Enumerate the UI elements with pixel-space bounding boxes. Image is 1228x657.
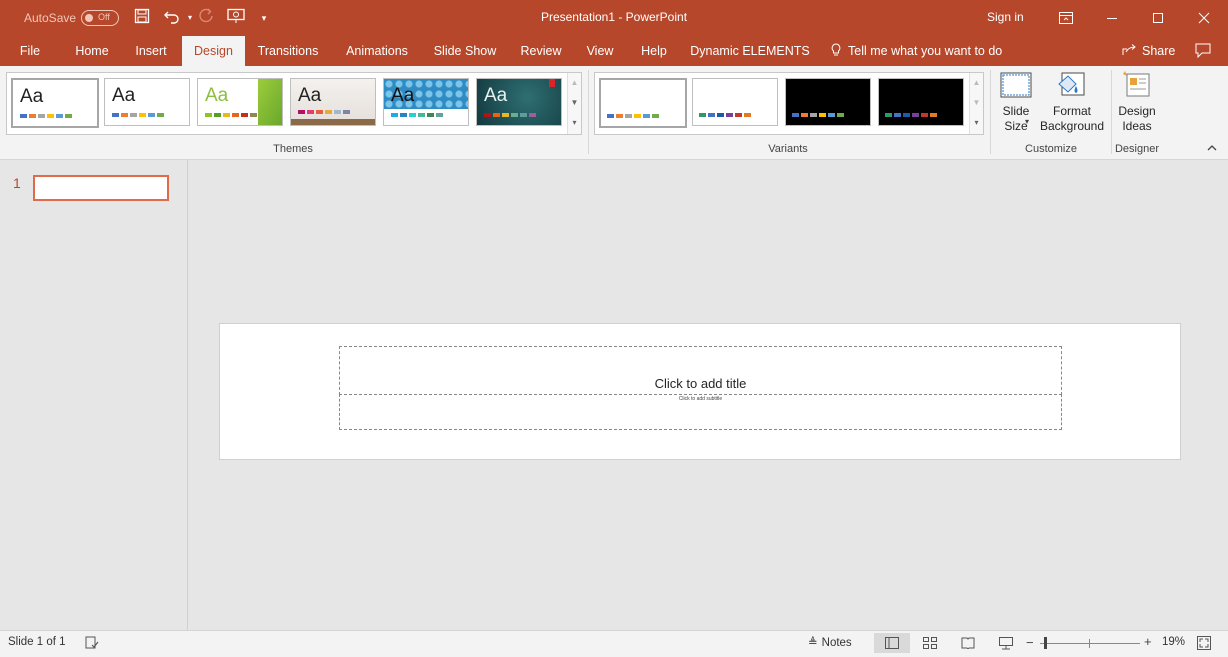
subtitle-placeholder-text: Click to add subtitle bbox=[678, 396, 723, 402]
theme-office-2[interactable]: Aa bbox=[104, 78, 190, 126]
divider bbox=[990, 70, 991, 154]
sign-in-link[interactable]: Sign in bbox=[987, 10, 1024, 24]
maximize-icon[interactable] bbox=[1135, 0, 1181, 36]
variant-2[interactable] bbox=[692, 78, 778, 126]
tab-help[interactable]: Help bbox=[634, 36, 674, 66]
minimize-icon[interactable] bbox=[1089, 0, 1135, 36]
notes-label: Notes bbox=[821, 637, 852, 649]
variants-gallery: ▲ ▼ ▾ bbox=[594, 72, 984, 135]
variant-1[interactable] bbox=[599, 78, 687, 128]
accessibility-icon[interactable] bbox=[85, 636, 99, 653]
slide-size-dropdown-icon[interactable]: ▾ bbox=[1025, 117, 1029, 126]
variants-group-label: Variants bbox=[768, 143, 808, 155]
themes-gallery: Aa Aa Aa Aa Aa Aa ▲ ▼ ▾ bbox=[6, 72, 582, 135]
theme-gallery[interactable]: Aa bbox=[290, 78, 376, 126]
themes-scroll[interactable]: ▲ ▼ ▾ bbox=[567, 73, 581, 134]
theme-thumb-text: Aa bbox=[20, 86, 44, 107]
slide-number: 1 bbox=[13, 175, 21, 191]
share-icon bbox=[1122, 44, 1136, 55]
design-ideas-button[interactable]: Design Ideas bbox=[1115, 70, 1159, 134]
slide-thumbnail[interactable] bbox=[33, 175, 169, 201]
notes-icon: ≜ bbox=[808, 637, 818, 649]
share-button[interactable]: Share bbox=[1122, 36, 1175, 66]
zoom-level[interactable]: 19% bbox=[1162, 636, 1185, 648]
normal-view-icon[interactable] bbox=[874, 633, 910, 653]
zoom-in-icon[interactable]: + bbox=[1144, 634, 1152, 649]
customize-group-label: Customize bbox=[1025, 143, 1077, 155]
more-variants-icon[interactable]: ▾ bbox=[970, 113, 983, 133]
theme-thumb-text: Aa bbox=[205, 85, 229, 106]
variant-3[interactable] bbox=[785, 78, 871, 126]
theme-office[interactable]: Aa bbox=[11, 78, 99, 128]
chevron-down-icon[interactable]: ▼ bbox=[568, 93, 581, 113]
subtitle-placeholder[interactable]: Click to add subtitle bbox=[339, 394, 1062, 430]
variant-4[interactable] bbox=[878, 78, 964, 126]
slide-size-button[interactable]: Slide Size bbox=[996, 70, 1036, 134]
close-icon[interactable] bbox=[1181, 0, 1227, 36]
theme-thumb-text: Aa bbox=[391, 85, 415, 106]
zoom-out-icon[interactable]: − bbox=[1026, 635, 1034, 650]
format-background-label: Format Background bbox=[1039, 104, 1105, 133]
format-background-button[interactable]: Format Background bbox=[1038, 70, 1106, 134]
title-placeholder[interactable]: Click to add title bbox=[339, 346, 1062, 395]
notes-button[interactable]: ≜ Notes bbox=[808, 635, 852, 649]
tab-file[interactable]: File bbox=[10, 36, 50, 66]
variants-scroll[interactable]: ▲ ▼ ▾ bbox=[969, 73, 983, 134]
themes-group-label: Themes bbox=[273, 143, 313, 155]
slide-show-icon[interactable] bbox=[988, 633, 1024, 653]
tab-transitions[interactable]: Transitions bbox=[252, 36, 324, 66]
tab-insert[interactable]: Insert bbox=[128, 36, 174, 66]
zoom-slider-thumb[interactable] bbox=[1044, 637, 1047, 649]
share-label: Share bbox=[1142, 44, 1176, 58]
lightbulb-icon bbox=[831, 43, 841, 56]
tab-design[interactable]: Design bbox=[182, 36, 245, 66]
status-bar: Slide 1 of 1 ≜ Notes − + 19% bbox=[0, 630, 1228, 657]
fit-to-window-icon[interactable] bbox=[1197, 636, 1211, 653]
ribbon: Aa Aa Aa Aa Aa Aa ▲ ▼ ▾ Themes ▲ ▼ ▾ Var… bbox=[0, 66, 1228, 160]
designer-group-label: Designer bbox=[1114, 143, 1160, 155]
collapse-ribbon-icon[interactable] bbox=[1206, 142, 1218, 156]
theme-thumb-text: Aa bbox=[298, 85, 322, 106]
theme-facet[interactable]: Aa bbox=[197, 78, 283, 126]
tell-me-text: Tell me what you want to do bbox=[848, 44, 1003, 58]
divider bbox=[588, 70, 589, 154]
tab-view[interactable]: View bbox=[580, 36, 620, 66]
chevron-down-icon[interactable]: ▼ bbox=[970, 93, 983, 113]
tell-me-search[interactable]: Tell me what you want to do bbox=[830, 36, 1002, 66]
tab-home[interactable]: Home bbox=[66, 36, 118, 66]
design-ideas-label: Design Ideas bbox=[1118, 104, 1156, 133]
comments-icon[interactable] bbox=[1195, 43, 1211, 61]
chevron-up-icon[interactable]: ▲ bbox=[970, 73, 983, 93]
theme-thumb-text: Aa bbox=[112, 85, 136, 106]
slide-count-status: Slide 1 of 1 bbox=[8, 636, 66, 648]
title-placeholder-text: Click to add title bbox=[654, 376, 747, 391]
slide-sorter-icon[interactable] bbox=[912, 633, 948, 653]
format-background-icon bbox=[1056, 70, 1088, 100]
tab-slide-show[interactable]: Slide Show bbox=[428, 36, 502, 66]
design-ideas-icon bbox=[1121, 70, 1153, 100]
slides-pane bbox=[0, 160, 188, 630]
slide-size-icon bbox=[1000, 70, 1032, 100]
divider bbox=[1111, 70, 1112, 154]
reading-view-icon[interactable] bbox=[950, 633, 986, 653]
ribbon-display-options-icon[interactable] bbox=[1043, 0, 1089, 36]
tab-review[interactable]: Review bbox=[514, 36, 568, 66]
title-bar: AutoSave Off ▾ ▾ Presentation1 - PowerPo… bbox=[0, 0, 1228, 36]
theme-pattern[interactable]: Aa bbox=[383, 78, 469, 126]
zoom-slider[interactable] bbox=[1040, 637, 1140, 649]
tab-dynamic-elements[interactable]: Dynamic ELEMENTS bbox=[690, 36, 810, 66]
more-themes-icon[interactable]: ▾ bbox=[568, 113, 581, 133]
theme-ion[interactable]: Aa bbox=[476, 78, 562, 126]
theme-thumb-text: Aa bbox=[484, 85, 508, 106]
tab-animations[interactable]: Animations bbox=[338, 36, 416, 66]
chevron-up-icon[interactable]: ▲ bbox=[568, 73, 581, 93]
ribbon-tabs: File Home Insert Design Transitions Anim… bbox=[0, 36, 1228, 66]
